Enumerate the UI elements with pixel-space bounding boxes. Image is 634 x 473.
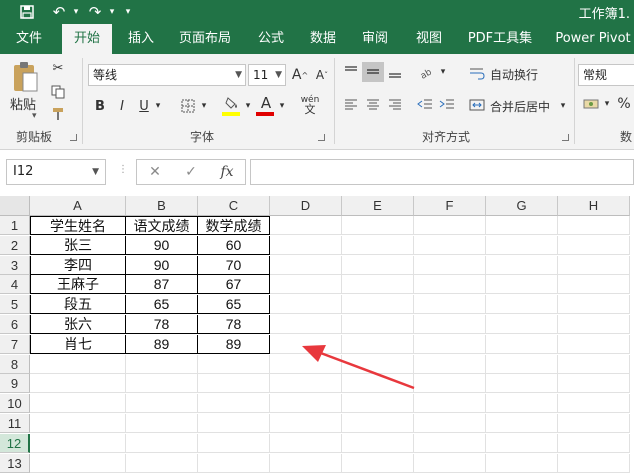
annotation-arrow-overlay bbox=[302, 345, 415, 390]
annotation-arrow-line bbox=[317, 350, 415, 390]
